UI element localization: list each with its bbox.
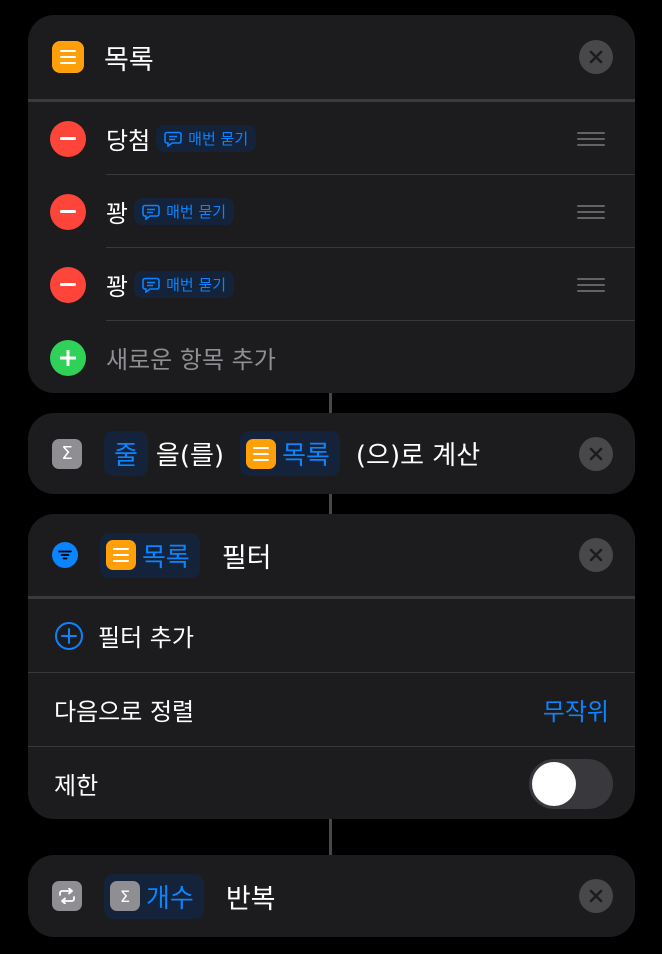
- operation-token-label: 줄: [114, 441, 138, 471]
- ask-each-time-label: 매번 묻기: [166, 203, 227, 221]
- drag-handle-icon[interactable]: [577, 204, 605, 219]
- list-item-label[interactable]: 꽝: [106, 194, 128, 229]
- close-icon[interactable]: [579, 40, 613, 74]
- close-icon[interactable]: [579, 436, 613, 471]
- ask-each-time-chip[interactable]: 매번 묻기: [156, 125, 257, 152]
- drag-handle-icon[interactable]: [577, 277, 605, 292]
- list-action-title: 목록: [104, 44, 154, 76]
- sort-by-label: 다음으로 정렬: [54, 698, 195, 726]
- filter-action-header: 목록 필터: [28, 514, 635, 596]
- drag-handle-icon[interactable]: [577, 131, 605, 146]
- repeat-action-card[interactable]: Σ 개수 반복: [28, 855, 635, 937]
- limit-toggle[interactable]: [529, 758, 613, 809]
- list-action-header: 목록: [28, 15, 635, 99]
- repeat-icon: [52, 881, 82, 911]
- ask-each-time-chip[interactable]: 매번 묻기: [134, 198, 235, 225]
- list-item-label[interactable]: 꽝: [106, 267, 128, 302]
- connector-line: [329, 819, 332, 855]
- operation-token[interactable]: 줄: [104, 431, 148, 476]
- close-icon[interactable]: [579, 538, 613, 572]
- limit-row: 제한: [28, 747, 635, 819]
- add-item-label[interactable]: 새로운 항목 추가: [106, 340, 276, 375]
- list-icon: [246, 438, 277, 469]
- list-icon: [52, 41, 84, 73]
- plus-icon[interactable]: [50, 339, 86, 376]
- connector-line: [329, 393, 332, 413]
- repeat-action-title: 반복: [225, 883, 276, 915]
- connector-line: [329, 494, 332, 514]
- list-icon: [106, 540, 136, 570]
- calc-suffix-text: (으)로 계산: [355, 441, 481, 471]
- minus-icon[interactable]: [50, 193, 86, 230]
- list-action-card[interactable]: 목록 당첨 매번 묻기 꽝 매번 묻기 꽝 매번 묻기 새로운 항목 추가: [28, 15, 635, 393]
- ask-each-time-chip[interactable]: 매번 묻기: [134, 271, 235, 298]
- list-item: 꽝 매번 묻기: [28, 175, 635, 248]
- list-variable-token[interactable]: 목록: [240, 431, 340, 476]
- add-filter-label: 필터 추가: [98, 624, 194, 652]
- list-item-label[interactable]: 당첨: [106, 121, 150, 156]
- repeat-action-header: Σ 개수 반복: [28, 855, 635, 937]
- close-icon[interactable]: [579, 879, 613, 913]
- limit-label: 제한: [54, 772, 99, 800]
- sort-by-value[interactable]: 무작위: [543, 692, 609, 727]
- minus-icon[interactable]: [50, 120, 86, 157]
- filter-icon: [52, 542, 78, 568]
- sort-by-row[interactable]: 다음으로 정렬 무작위: [28, 673, 635, 746]
- plus-circle-icon: [55, 621, 83, 650]
- speech-bubble-icon: [142, 204, 160, 220]
- speech-bubble-icon: [142, 277, 160, 293]
- ask-each-time-label: 매번 묻기: [166, 276, 227, 294]
- add-filter-button[interactable]: 필터 추가: [28, 599, 635, 672]
- filter-action-title: 필터: [221, 542, 272, 574]
- list-variable-label: 목록: [142, 542, 190, 573]
- count-variable-label: 개수: [146, 883, 194, 914]
- calculate-action-card[interactable]: Σ 줄 을(를) 목록 (으)로 계산: [28, 413, 635, 494]
- list-item: 당첨 매번 묻기: [28, 102, 635, 175]
- ask-each-time-label: 매번 묻기: [188, 130, 249, 148]
- add-item-row[interactable]: 새로운 항목 추가: [28, 321, 635, 393]
- list-variable-label: 목록: [282, 441, 330, 471]
- list-variable-token[interactable]: 목록: [100, 532, 200, 578]
- filter-action-card[interactable]: 목록 필터 필터 추가 다음으로 정렬 무작위 제한: [28, 514, 635, 819]
- minus-icon[interactable]: [50, 266, 86, 303]
- count-variable-token[interactable]: Σ 개수: [104, 873, 204, 919]
- sigma-icon: Σ: [110, 881, 140, 911]
- calculate-action-header: Σ 줄 을(를) 목록 (으)로 계산: [28, 413, 635, 494]
- speech-bubble-icon: [164, 131, 182, 147]
- list-item: 꽝 매번 묻기: [28, 248, 635, 321]
- toggle-knob: [532, 761, 576, 806]
- calc-connector-text: 을(를): [155, 441, 225, 471]
- sigma-icon: Σ: [52, 438, 82, 469]
